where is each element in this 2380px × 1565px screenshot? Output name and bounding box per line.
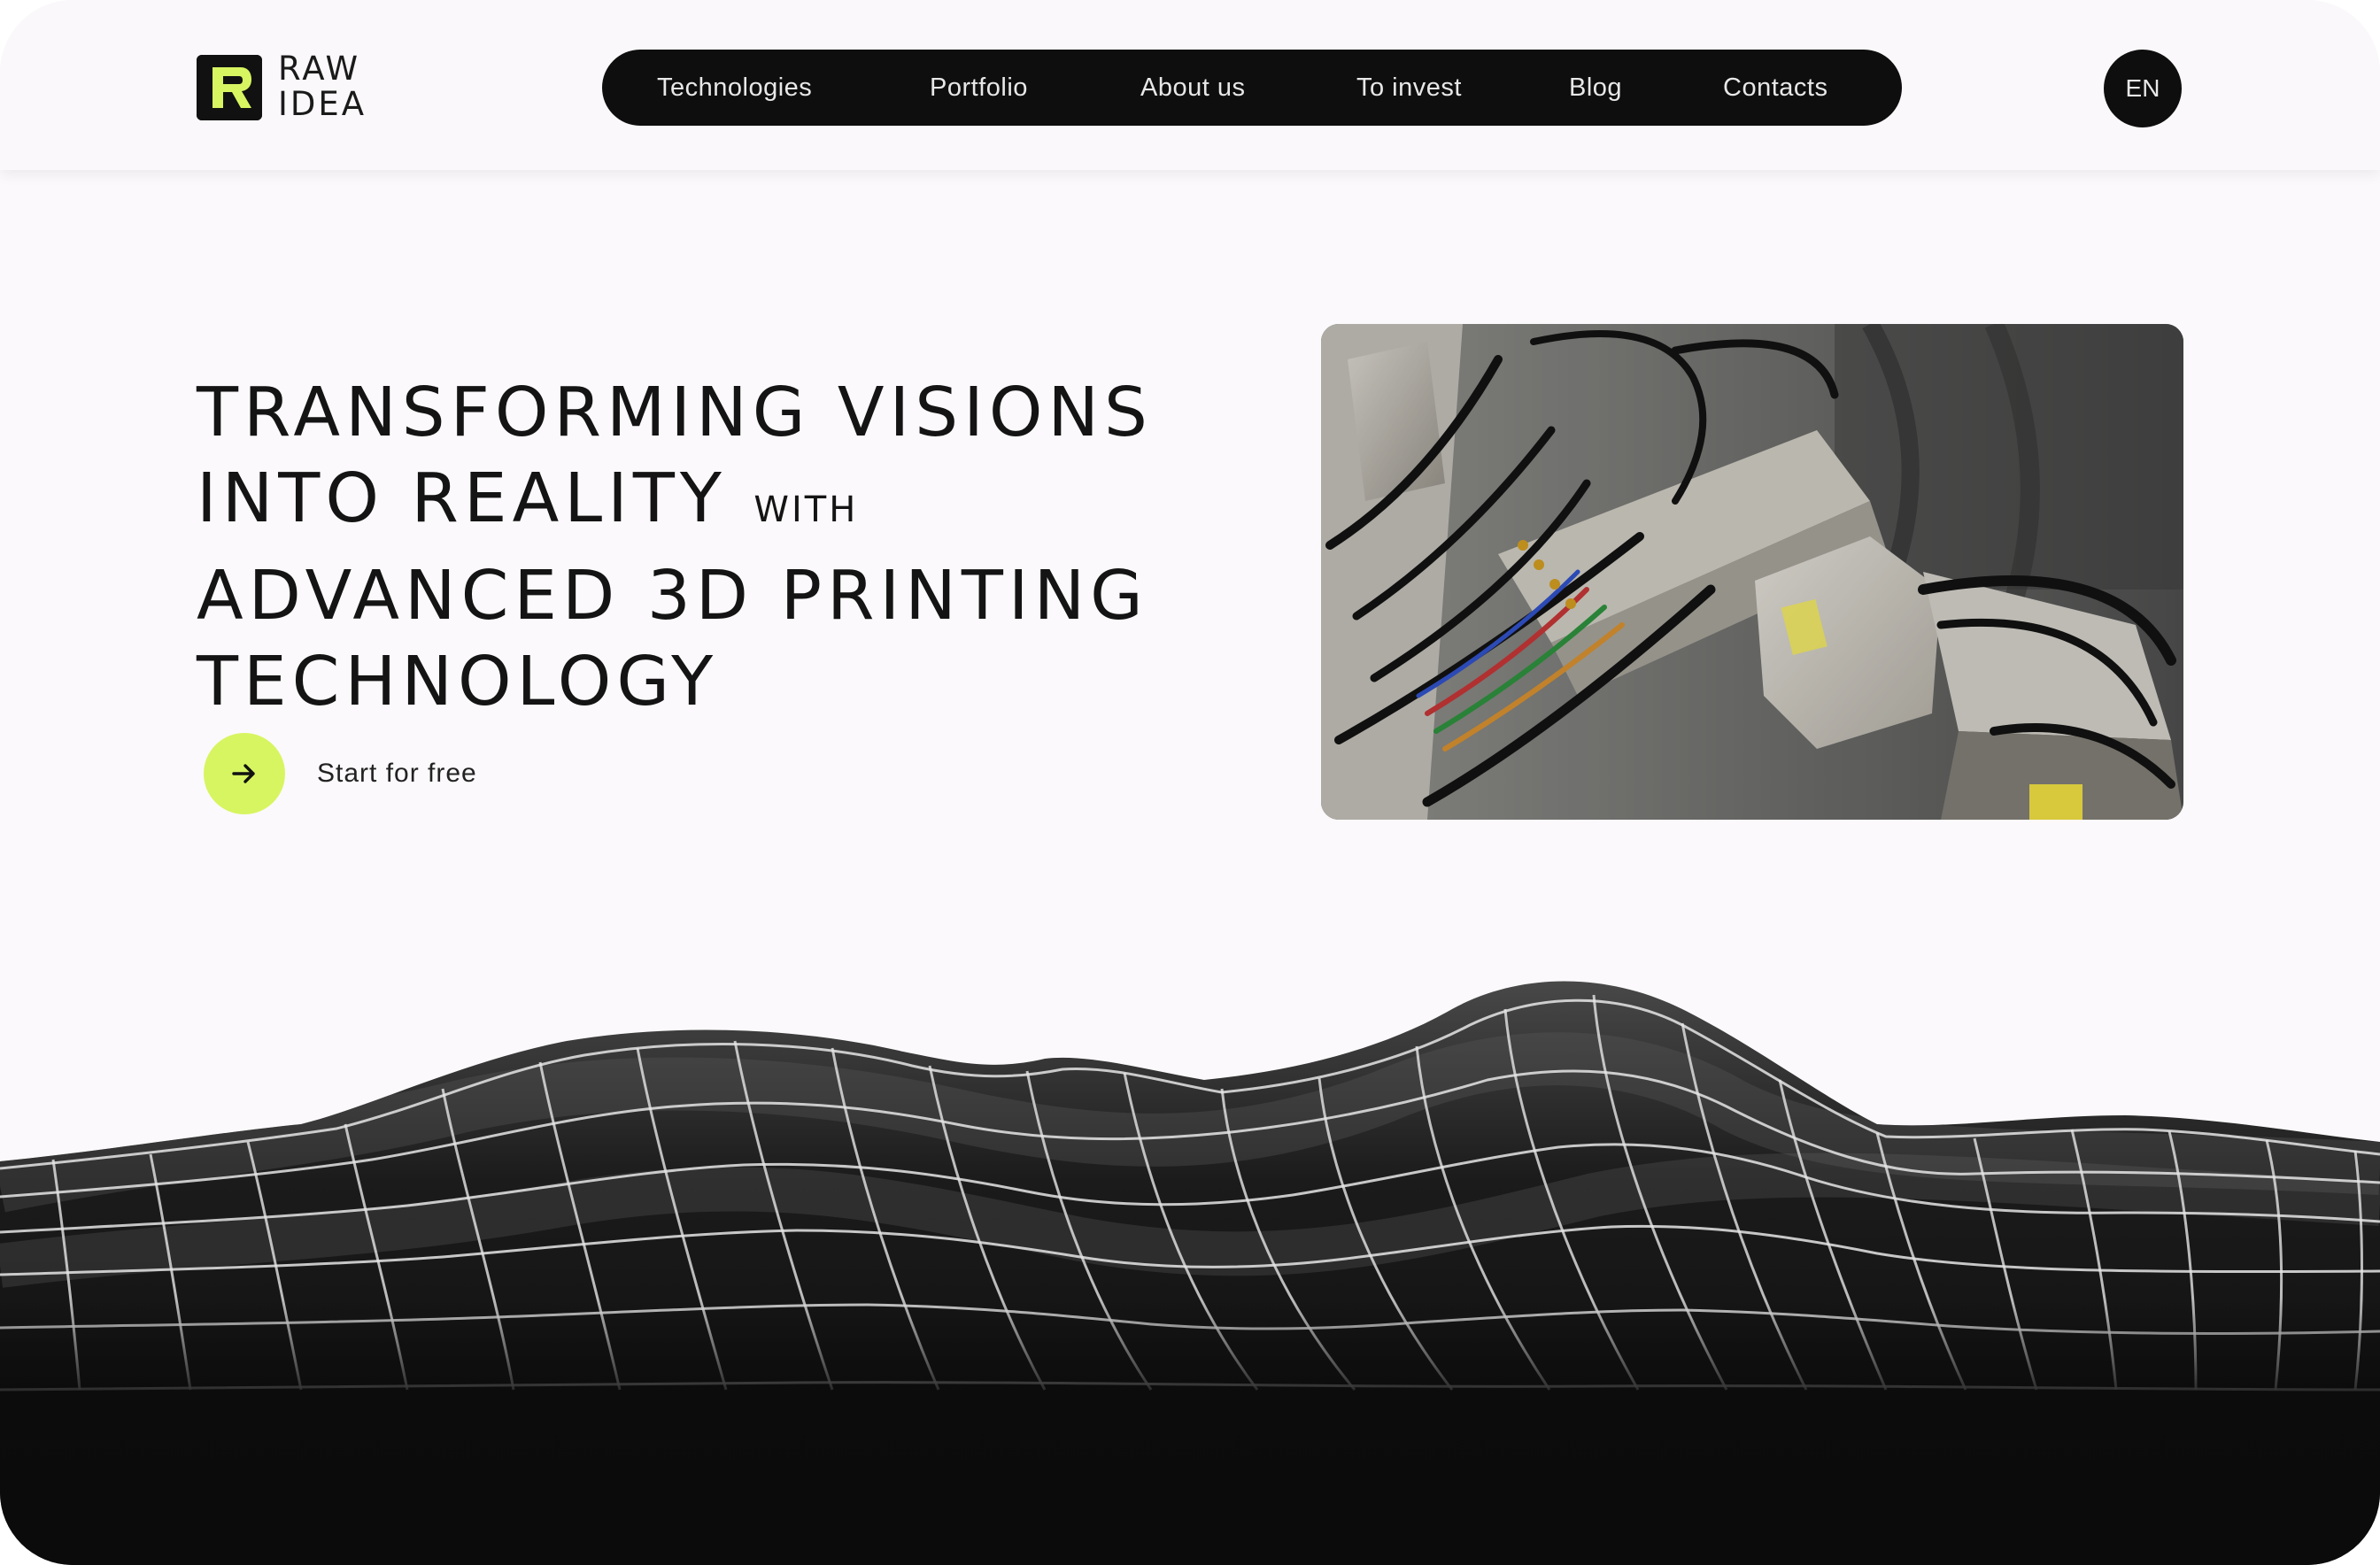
brand-name-line1: RAW [278, 50, 361, 88]
main-nav: Technologies Portfolio About us To inves… [602, 50, 1902, 126]
hero-title-line2-main: INTO REALITY [197, 459, 727, 538]
r-logo-icon [197, 55, 262, 120]
site-header: RAW IDEA Technologies Portfolio About us… [0, 0, 2380, 170]
brand-name: RAW IDEA [278, 51, 367, 122]
hero-title: TRANSFORMING VISIONS INTO REALITY WITH A… [197, 370, 1312, 725]
nav-item-technologies[interactable]: Technologies [657, 50, 812, 126]
wireframe-terrain-graphic [0, 981, 2380, 1565]
hero-title-line4: TECHNOLOGY [197, 642, 719, 721]
nav-item-contacts[interactable]: Contacts [1723, 50, 1828, 126]
hero-title-line1: TRANSFORMING VISIONS [197, 373, 1153, 452]
arrow-right-icon [232, 764, 255, 783]
brand-logo[interactable]: RAW IDEA [197, 51, 409, 126]
cta-label[interactable]: Start for free [317, 733, 477, 814]
hero-title-line3: ADVANCED 3D PRINTING [197, 556, 1148, 636]
language-switcher[interactable]: EN [2104, 50, 2182, 127]
nav-item-about-us[interactable]: About us [1140, 50, 1245, 126]
3d-printer-machinery-photo [1321, 324, 2183, 820]
cta-circle[interactable] [204, 733, 285, 814]
start-for-free-button[interactable]: Start for free [204, 733, 522, 814]
nav-item-blog[interactable]: Blog [1569, 50, 1622, 126]
nav-item-to-invest[interactable]: To invest [1356, 50, 1462, 126]
nav-item-portfolio[interactable]: Portfolio [930, 50, 1028, 126]
page-frame: RAW IDEA Technologies Portfolio About us… [0, 0, 2380, 1565]
brand-name-line2: IDEA [278, 85, 367, 123]
hero-title-line2: INTO REALITY WITH [197, 456, 1312, 553]
hero-title-with: WITH [753, 489, 859, 530]
